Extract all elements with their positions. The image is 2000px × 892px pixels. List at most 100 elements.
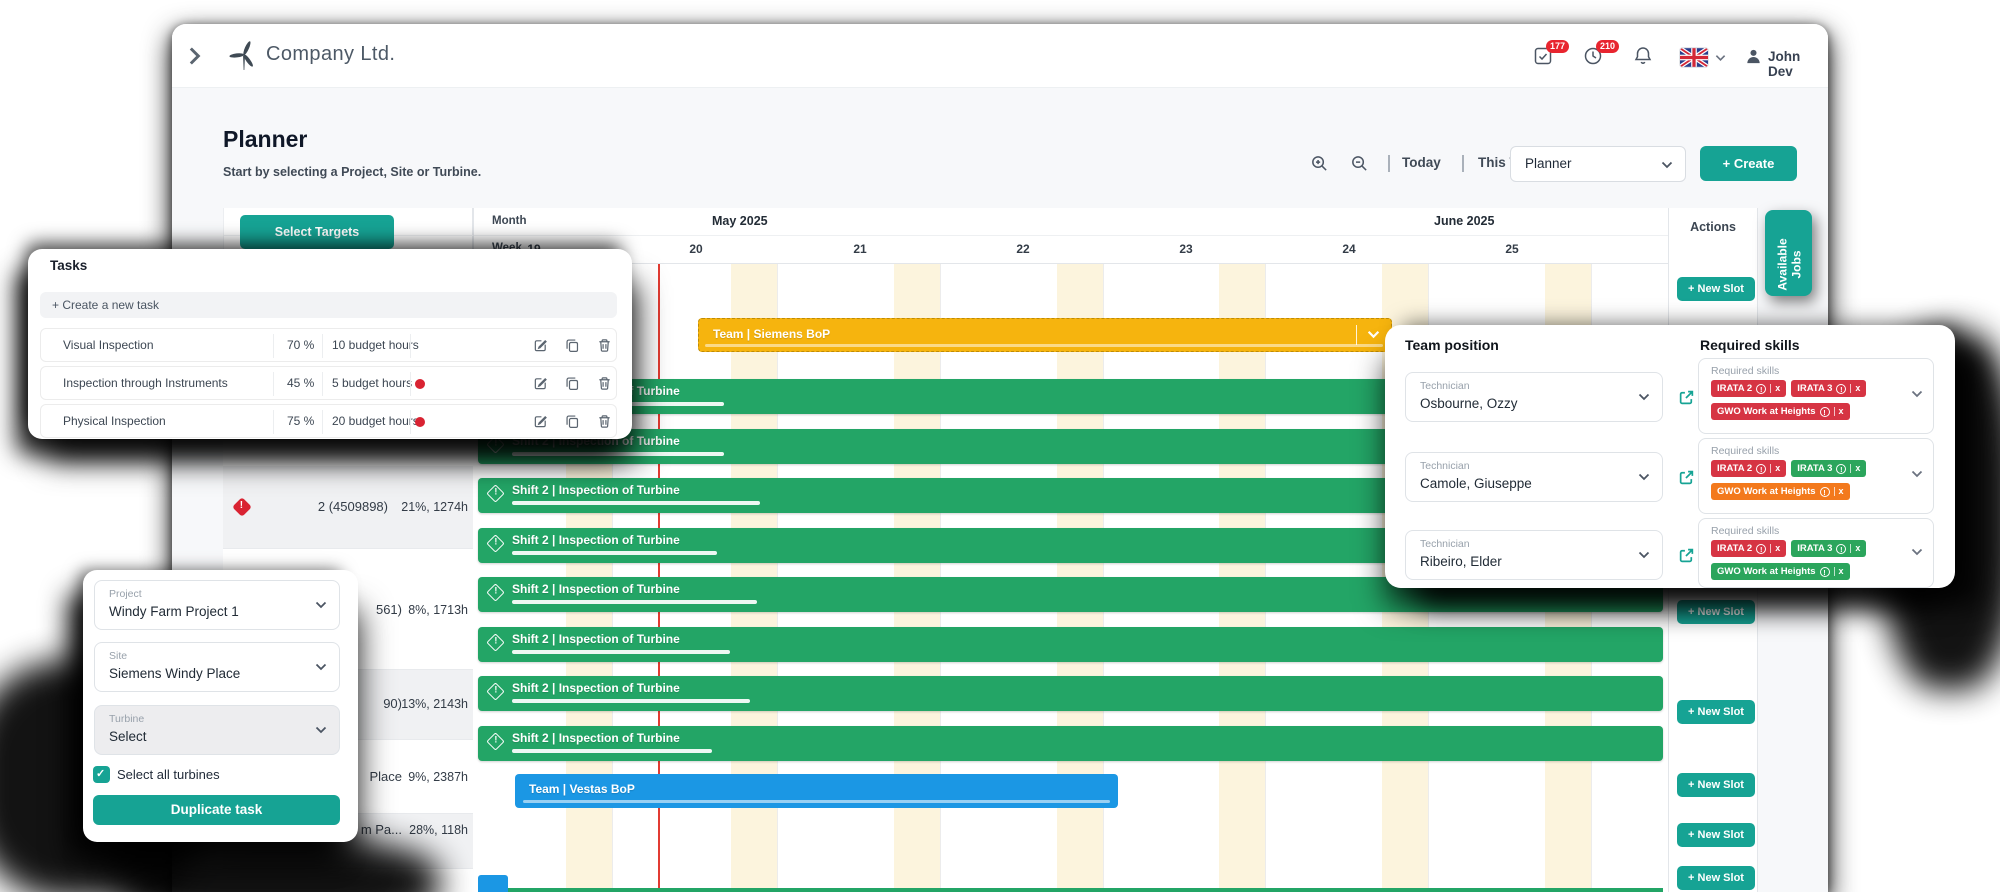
delete-icon[interactable] <box>597 338 612 353</box>
status-dot <box>415 417 425 427</box>
task-row[interactable]: Visual Inspection 70 % 10 budget hours <box>40 328 617 362</box>
info-icon <box>1836 544 1846 554</box>
chevron-down-icon[interactable] <box>1367 330 1380 339</box>
new-slot-button[interactable]: + New Slot <box>1677 823 1755 847</box>
bell-icon[interactable] <box>1632 45 1654 67</box>
external-link-icon[interactable] <box>1678 389 1695 406</box>
view-select[interactable]: Planner <box>1510 146 1686 182</box>
zoom-out-icon[interactable] <box>1350 154 1369 173</box>
task-row[interactable]: Physical Inspection 75 % 20 budget hours <box>40 404 617 438</box>
close-icon[interactable] <box>1855 543 1860 554</box>
today-button[interactable]: Today <box>1402 155 1441 170</box>
bar-label: Team | Siemens BoP <box>713 327 830 341</box>
week-21: 21 <box>847 242 873 256</box>
close-icon[interactable] <box>1775 383 1780 394</box>
chevron-down-icon <box>315 726 327 734</box>
select-targets-button[interactable]: Select Targets <box>240 215 394 249</box>
edit-icon[interactable] <box>533 414 548 429</box>
required-skills-box[interactable]: Required skills IRATA 2 IRATA 3 GWO Work… <box>1698 518 1934 588</box>
turbine-stat: 8%, 1713h <box>396 603 468 617</box>
user-name[interactable]: John Dev <box>1768 49 1828 79</box>
alert-diamond-icon <box>486 732 504 750</box>
required-skills-box[interactable]: Required skills IRATA 2 IRATA 3 GWO Work… <box>1698 438 1934 514</box>
gantt-bar-fragment[interactable] <box>478 888 1663 892</box>
user-icon[interactable] <box>1744 47 1763 66</box>
required-skills-box[interactable]: Required skills IRATA 2 IRATA 3 GWO Work… <box>1698 358 1934 434</box>
team-position-title: Team position <box>1405 337 1499 353</box>
new-slot-button[interactable]: + New Slot <box>1677 773 1755 797</box>
close-icon[interactable] <box>1839 486 1844 497</box>
close-icon[interactable] <box>1775 543 1780 554</box>
chevron-down-icon[interactable] <box>1911 470 1923 478</box>
delete-icon[interactable] <box>597 414 612 429</box>
new-slot-button[interactable]: + New Slot <box>1677 700 1755 724</box>
info-icon <box>1820 567 1830 577</box>
technician-select[interactable]: Technician Ribeiro, Elder <box>1405 530 1663 580</box>
create-button[interactable]: + Create <box>1700 146 1797 181</box>
duplicate-task-button[interactable]: Duplicate task <box>93 795 340 825</box>
gantt-bar-shift[interactable]: Shift 2 | Inspection of Turbine <box>478 676 1663 711</box>
skill-badge-gwo[interactable]: GWO Work at Heights <box>1711 483 1850 500</box>
gantt-bar-team-siemens[interactable]: Team | Siemens BoP <box>698 318 1392 352</box>
skill-badge-gwo[interactable]: GWO Work at Heights <box>1711 563 1850 580</box>
create-task-button[interactable]: + Create a new task <box>40 292 617 318</box>
info-icon <box>1756 464 1766 474</box>
skill-badge-irata3[interactable]: IRATA 3 <box>1791 540 1866 557</box>
language-chevron-icon[interactable] <box>1715 54 1726 62</box>
turbine-select[interactable]: Turbine Select <box>94 705 340 755</box>
alert-diamond-icon <box>486 534 504 552</box>
app-header: Company Ltd. 177 210 John Dev <box>172 24 1828 88</box>
info-icon <box>1836 464 1846 474</box>
skill-badge-gwo[interactable]: GWO Work at Heights <box>1711 403 1850 420</box>
skill-badge-irata2[interactable]: IRATA 2 <box>1711 380 1786 397</box>
edit-icon[interactable] <box>533 338 548 353</box>
gantt-bar-shift[interactable]: Shift 2 | Inspection of Turbine <box>478 627 1663 662</box>
skill-badge-irata3[interactable]: IRATA 3 <box>1791 380 1866 397</box>
new-slot-button[interactable]: + New Slot <box>1677 277 1755 301</box>
task-row[interactable]: Inspection through Instruments 45 % 5 bu… <box>40 366 617 400</box>
close-icon[interactable] <box>1855 463 1860 474</box>
jobs-available-tab[interactable]: Jobs Available <box>1765 210 1812 296</box>
alert-diamond-icon <box>486 682 504 700</box>
jobs-available-label: Jobs Available <box>1766 222 1813 308</box>
sidebar-expand-icon[interactable] <box>188 46 202 66</box>
project-select[interactable]: Project Windy Farm Project 1 <box>94 580 340 630</box>
new-slot-button[interactable]: + New Slot <box>1677 600 1755 624</box>
gantt-bar-shift[interactable]: Shift 2 | Inspection of Turbine <box>478 726 1663 761</box>
required-skills-label: Required skills <box>1711 525 1779 537</box>
site-select[interactable]: Site Siemens Windy Place <box>94 642 340 692</box>
task-name: Physical Inspection <box>63 414 166 428</box>
copy-icon[interactable] <box>565 414 580 429</box>
divider <box>273 334 274 358</box>
technician-select[interactable]: Technician Osbourne, Ozzy <box>1405 372 1663 422</box>
actions-header: Actions <box>1668 220 1758 234</box>
edit-icon[interactable] <box>533 376 548 391</box>
skill-badge-irata3[interactable]: IRATA 3 <box>1791 460 1866 477</box>
select-all-turbines-checkbox[interactable] <box>93 766 110 783</box>
language-flag-icon[interactable] <box>1680 48 1708 67</box>
technician-select[interactable]: Technician Camole, Giuseppe <box>1405 452 1663 502</box>
divider <box>322 334 323 358</box>
gantt-bar-team-vestas[interactable]: Team | Vestas BoP <box>515 774 1118 808</box>
chevron-down-icon[interactable] <box>1911 548 1923 556</box>
copy-icon[interactable] <box>565 376 580 391</box>
external-link-icon[interactable] <box>1678 547 1695 564</box>
close-icon[interactable] <box>1775 463 1780 474</box>
delete-icon[interactable] <box>597 376 612 391</box>
technician-label: Technician <box>1420 460 1470 472</box>
external-link-icon[interactable] <box>1678 469 1695 486</box>
skill-badge-irata2[interactable]: IRATA 2 <box>1711 460 1786 477</box>
skill-badge-irata2[interactable]: IRATA 2 <box>1711 540 1786 557</box>
chevron-down-icon[interactable] <box>1911 390 1923 398</box>
close-icon[interactable] <box>1839 566 1844 577</box>
close-icon[interactable] <box>1855 383 1860 394</box>
bar-progress <box>512 551 717 555</box>
close-icon[interactable] <box>1839 406 1844 417</box>
new-slot-button[interactable]: + New Slot <box>1677 866 1755 890</box>
copy-icon[interactable] <box>565 338 580 353</box>
divider <box>1388 155 1390 172</box>
gantt-bar-fragment[interactable] <box>478 875 508 892</box>
project-value: Windy Farm Project 1 <box>109 604 239 619</box>
zoom-in-icon[interactable] <box>1310 154 1329 173</box>
task-hours: 10 budget hours <box>332 338 419 352</box>
